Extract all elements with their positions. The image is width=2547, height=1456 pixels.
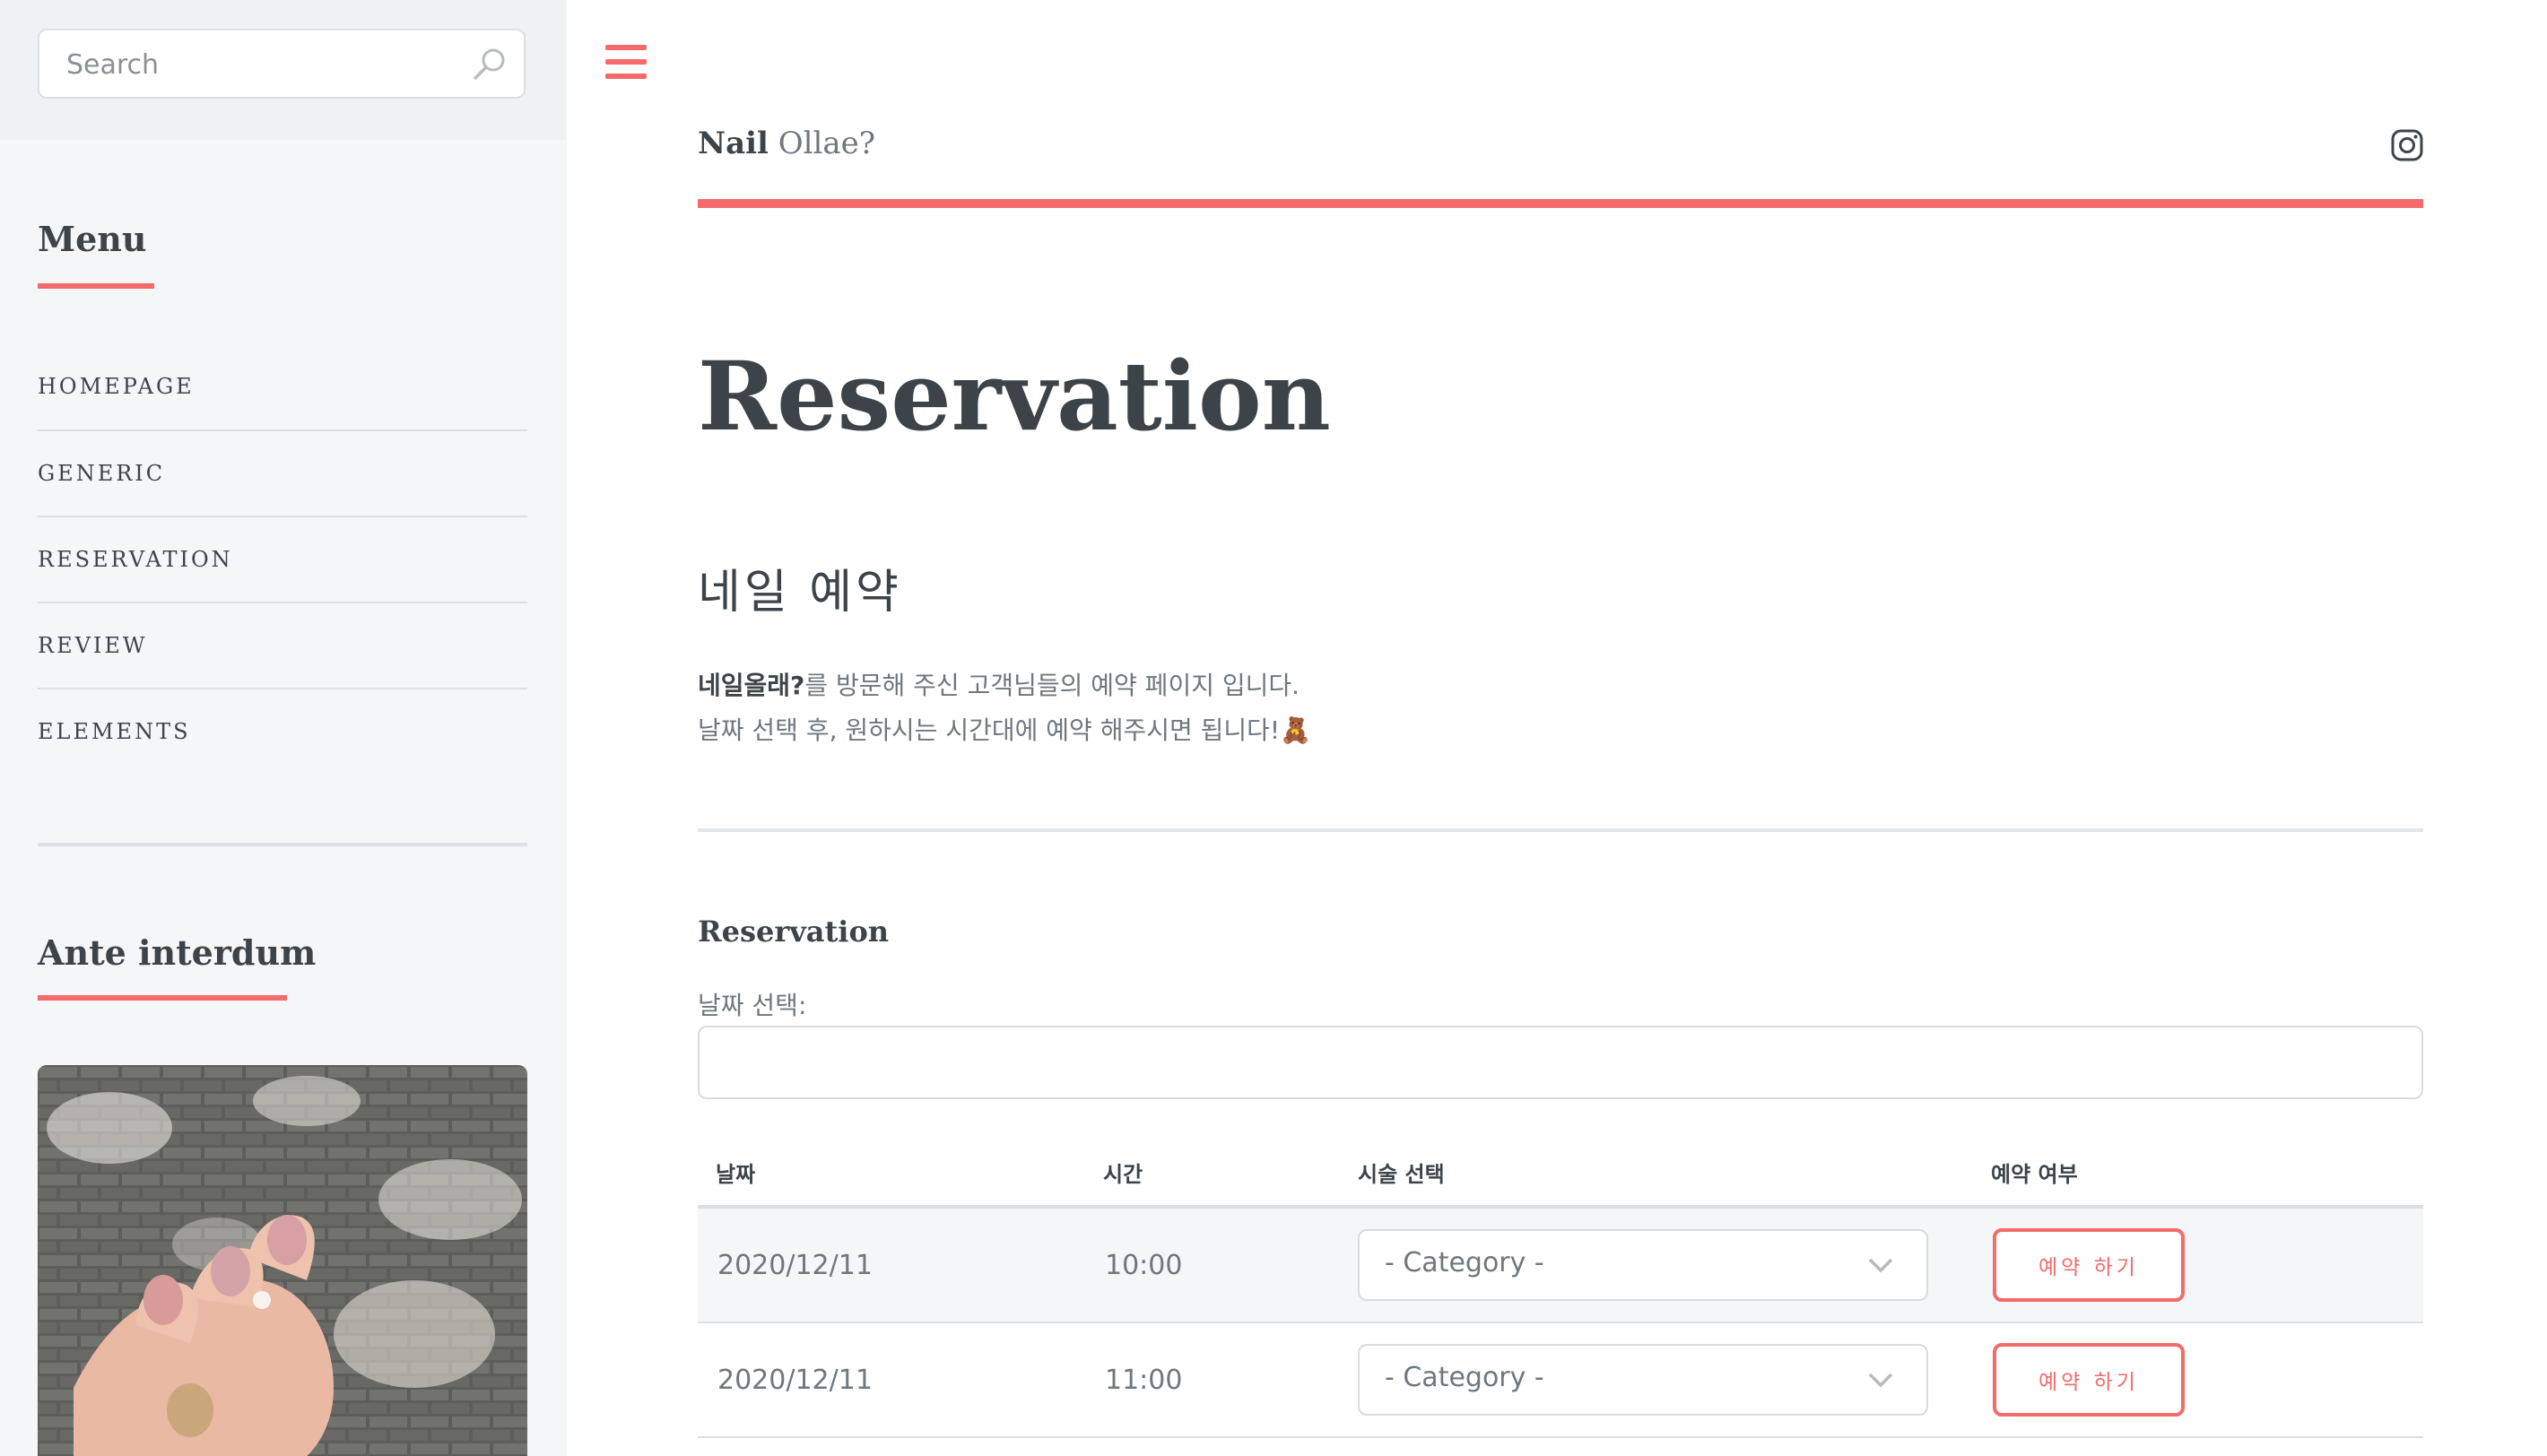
menu-link-elements[interactable]: ELEMENTS	[38, 719, 191, 744]
menu-list: HOMEPAGE GENERIC RESERVATION REVIEW ELEM…	[38, 343, 527, 774]
logo-subtitle: Ollae?	[778, 126, 876, 161]
table-row: 2020/12/11 10:00 - Category - 예약 하기	[698, 1207, 2423, 1323]
header-service: 시술 선택	[1340, 1139, 1973, 1209]
menu-item-review[interactable]: REVIEW	[38, 602, 527, 688]
hamburger-icon[interactable]	[605, 43, 647, 81]
form-title: Reservation	[698, 914, 890, 949]
intro-text: 네일올래?를 방문해 주신 고객님들의 예약 페이지 입니다. 날짜 선택 후,…	[698, 663, 1311, 753]
table-header-row: 날짜 시간 시술 선택 예약 여부	[698, 1139, 2423, 1209]
header-time: 시간	[1085, 1139, 1340, 1209]
intro-line-1: 네일올래?를 방문해 주신 고객님들의 예약 페이지 입니다.	[698, 663, 1311, 708]
category-select-value: - Category -	[1385, 1247, 1544, 1278]
nail-photo-image	[38, 1065, 527, 1456]
menu-item-elements[interactable]: ELEMENTS	[38, 688, 527, 774]
menu-link-generic[interactable]: GENERIC	[38, 461, 165, 486]
page-title: Reservation	[698, 340, 1331, 452]
row-service-cell: - Category -	[1340, 1207, 1973, 1323]
intro-line-2: 날짜 선택 후, 원하시는 시간대에 예약 해주시면 됩니다!🧸	[698, 715, 1312, 745]
menu-link-review[interactable]: REVIEW	[38, 633, 148, 658]
menu-item-generic[interactable]: GENERIC	[38, 429, 527, 516]
search-box[interactable]	[38, 29, 526, 99]
intro-bold: 네일올래?	[698, 671, 805, 700]
instagram-icon[interactable]	[2391, 129, 2423, 161]
row-date: 2020/12/11	[698, 1322, 1085, 1438]
search-icon[interactable]	[470, 46, 508, 83]
chevron-down-icon	[1868, 1258, 1893, 1273]
row-time: 11:00	[1085, 1322, 1340, 1438]
date-input[interactable]	[698, 1026, 2423, 1099]
menu-item-reservation[interactable]: RESERVATION	[38, 516, 527, 602]
sidebar: Menu HOMEPAGE GENERIC RESERVATION REVIEW…	[0, 0, 567, 1456]
section-title: 네일 예약	[698, 566, 902, 620]
feature-title: Ante interdum	[38, 932, 317, 973]
sidebar-divider	[38, 843, 527, 846]
category-select[interactable]: - Category -	[1358, 1229, 1928, 1301]
row-status-cell: 예약 하기	[1973, 1322, 2423, 1438]
row-time: 10:00	[1085, 1207, 1340, 1323]
logo-link[interactable]: Nail Ollae?	[698, 126, 875, 161]
chevron-down-icon	[1868, 1373, 1893, 1388]
menu-title: Menu	[38, 219, 147, 259]
intro-line-1-rest: 를 방문해 주신 고객님들의 예약 페이지 입니다.	[804, 671, 1300, 700]
menu-title-underline	[38, 283, 154, 289]
table-row: 2020/12/11 11:00 - Category - 예약 하기	[698, 1322, 2423, 1438]
feature-title-underline	[38, 995, 287, 1001]
logo-bold: Nail	[698, 126, 769, 161]
reservation-table: 날짜 시간 시술 선택 예약 여부 2020/12/11 10:00 - Cat…	[698, 1139, 2423, 1438]
category-select-value: - Category -	[1385, 1362, 1544, 1393]
reserve-button[interactable]: 예약 하기	[1993, 1228, 2185, 1302]
category-select[interactable]: - Category -	[1358, 1344, 1928, 1416]
date-label: 날짜 선택:	[698, 991, 807, 1020]
row-date: 2020/12/11	[698, 1207, 1085, 1323]
search-section	[0, 0, 567, 140]
menu-link-homepage[interactable]: HOMEPAGE	[38, 374, 195, 399]
header-date: 날짜	[698, 1139, 1085, 1209]
header-status: 예약 여부	[1973, 1139, 2423, 1209]
menu-item-homepage[interactable]: HOMEPAGE	[38, 343, 527, 429]
search-input[interactable]	[65, 30, 463, 99]
site-header: Nail Ollae?	[698, 126, 2423, 208]
reserve-button[interactable]: 예약 하기	[1993, 1343, 2185, 1417]
nail-photo[interactable]	[38, 1065, 527, 1456]
row-service-cell: - Category -	[1340, 1322, 1973, 1438]
menu-link-reservation[interactable]: RESERVATION	[38, 547, 233, 572]
row-status-cell: 예약 하기	[1973, 1207, 2423, 1323]
content-divider	[698, 828, 2423, 832]
